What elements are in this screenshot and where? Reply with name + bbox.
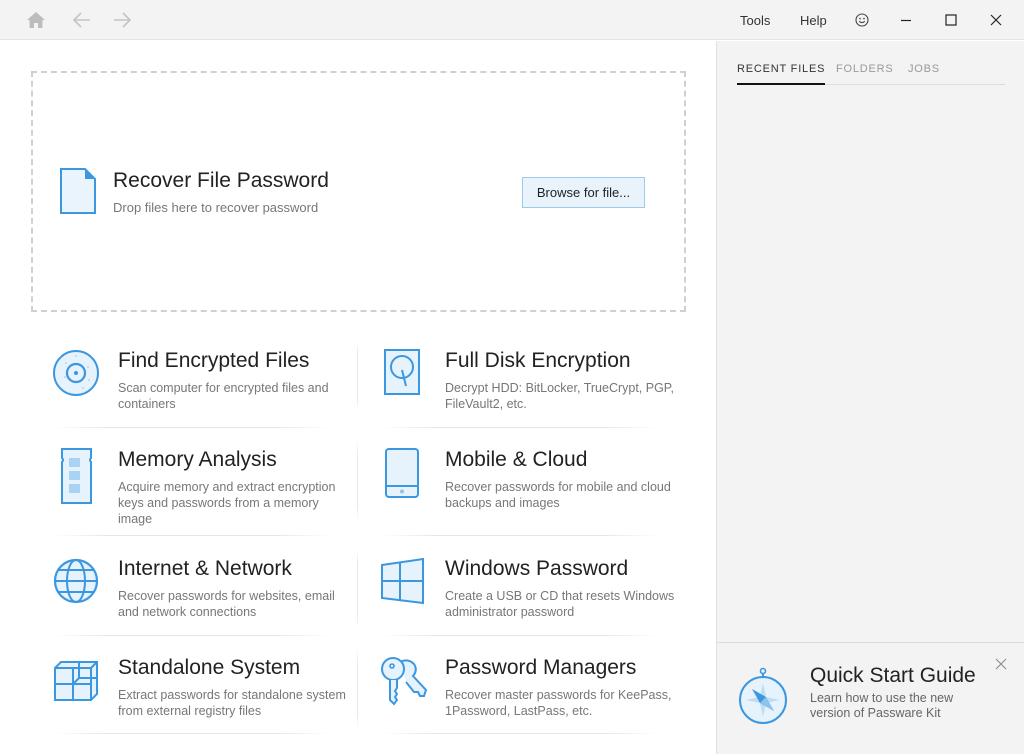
right-sidebar: RECENT FILES FOLDERS JOBS Quick Start Gu… — [716, 41, 1024, 754]
smiley-icon — [855, 13, 869, 27]
tab-recent-files[interactable]: RECENT FILES — [737, 63, 826, 85]
maximize-icon — [945, 14, 957, 26]
disc-scan-icon — [53, 350, 99, 396]
tile-description: Acquire memory and extract encryption ke… — [118, 480, 336, 526]
quick-start-title: Quick Start Guide — [810, 664, 976, 687]
column-divider — [357, 441, 358, 521]
recover-file-title: Recover File Password — [113, 169, 329, 192]
help-menu[interactable]: Help — [800, 0, 827, 40]
sidebar-tabs: RECENT FILES FOLDERS JOBS — [737, 63, 1005, 85]
arrow-right-icon — [114, 12, 131, 28]
tile-title: Find Encrypted Files — [118, 349, 310, 372]
recover-file-subtitle: Drop files here to recover password — [113, 200, 319, 215]
column-divider — [357, 341, 358, 411]
browse-for-file-button[interactable]: Browse for file... — [522, 177, 645, 208]
quick-start-description: Learn how to use the new version of Pass… — [810, 691, 954, 720]
tile-internet-network[interactable]: Internet & Network Recover passwords for… — [53, 557, 343, 645]
tab-folders[interactable]: FOLDERS — [836, 63, 894, 84]
tile-windows-password[interactable]: Windows Password Create a USB or CD that… — [380, 557, 674, 645]
tile-description: Recover passwords for mobile and cloud b… — [445, 480, 671, 510]
hard-disk-icon — [384, 349, 420, 395]
forward-button[interactable] — [108, 0, 136, 40]
tile-title: Internet & Network — [118, 557, 292, 580]
tile-title: Password Managers — [445, 656, 637, 679]
tile-full-disk-encryption[interactable]: Full Disk Encryption Decrypt HDD: BitLoc… — [380, 349, 674, 437]
title-bar: Tools Help — [0, 0, 1024, 40]
tile-find-encrypted-files[interactable]: Find Encrypted Files Scan computer for e… — [53, 349, 343, 437]
tile-title: Memory Analysis — [118, 448, 277, 471]
tile-title: Mobile & Cloud — [445, 448, 588, 471]
dismiss-quick-start-button[interactable] — [995, 657, 1009, 671]
tools-menu[interactable]: Tools — [740, 0, 770, 40]
tile-title: Full Disk Encryption — [445, 349, 631, 372]
tile-description: Recover passwords for websites, email an… — [118, 589, 335, 619]
arrow-left-icon — [73, 12, 90, 28]
tile-description: Create a USB or CD that resets Windows a… — [445, 589, 675, 619]
close-icon — [990, 14, 1002, 26]
home-icon — [27, 12, 45, 28]
tile-description: Decrypt HDD: BitLocker, TrueCrypt, PGP, … — [445, 381, 675, 411]
minimize-icon — [901, 19, 911, 22]
tile-memory-analysis[interactable]: Memory Analysis Acquire memory and extra… — [53, 448, 343, 536]
close-icon — [995, 658, 1007, 670]
tile-description: Extract passwords for standalone system … — [118, 688, 346, 718]
globe-icon — [53, 558, 99, 604]
tile-mobile-cloud[interactable]: Mobile & Cloud Recover passwords for mob… — [380, 448, 671, 536]
keys-icon — [381, 657, 428, 706]
main-panel: Recover File Password Drop files here to… — [0, 41, 716, 754]
back-button[interactable] — [68, 0, 96, 40]
tile-standalone-system[interactable]: Standalone System Extract passwords for … — [53, 656, 346, 744]
close-button[interactable] — [990, 0, 1010, 40]
tile-password-managers[interactable]: Password Managers Recover master passwor… — [380, 656, 671, 744]
windows-logo-icon — [381, 557, 424, 605]
column-divider — [357, 649, 358, 729]
feedback-button[interactable] — [855, 0, 875, 40]
tile-title: Windows Password — [445, 557, 629, 580]
minimize-button[interactable] — [900, 0, 920, 40]
maximize-button[interactable] — [945, 0, 965, 40]
tile-description: Scan computer for encrypted files and co… — [118, 381, 329, 411]
tile-description: Recover master passwords for KeePass, 1P… — [445, 688, 672, 718]
home-button[interactable] — [22, 0, 50, 40]
tile-title: Standalone System — [118, 656, 301, 679]
file-drop-zone[interactable]: Recover File Password Drop files here to… — [31, 71, 686, 312]
mobile-device-icon — [385, 448, 419, 498]
compass-icon — [739, 667, 787, 724]
cubes-icon — [54, 661, 98, 701]
tab-jobs[interactable]: JOBS — [908, 63, 940, 84]
memory-module-icon — [61, 448, 92, 504]
column-divider — [357, 549, 358, 629]
file-icon — [60, 168, 96, 214]
quick-start-guide-card[interactable]: Quick Start Guide Learn how to use the n… — [717, 642, 1024, 754]
